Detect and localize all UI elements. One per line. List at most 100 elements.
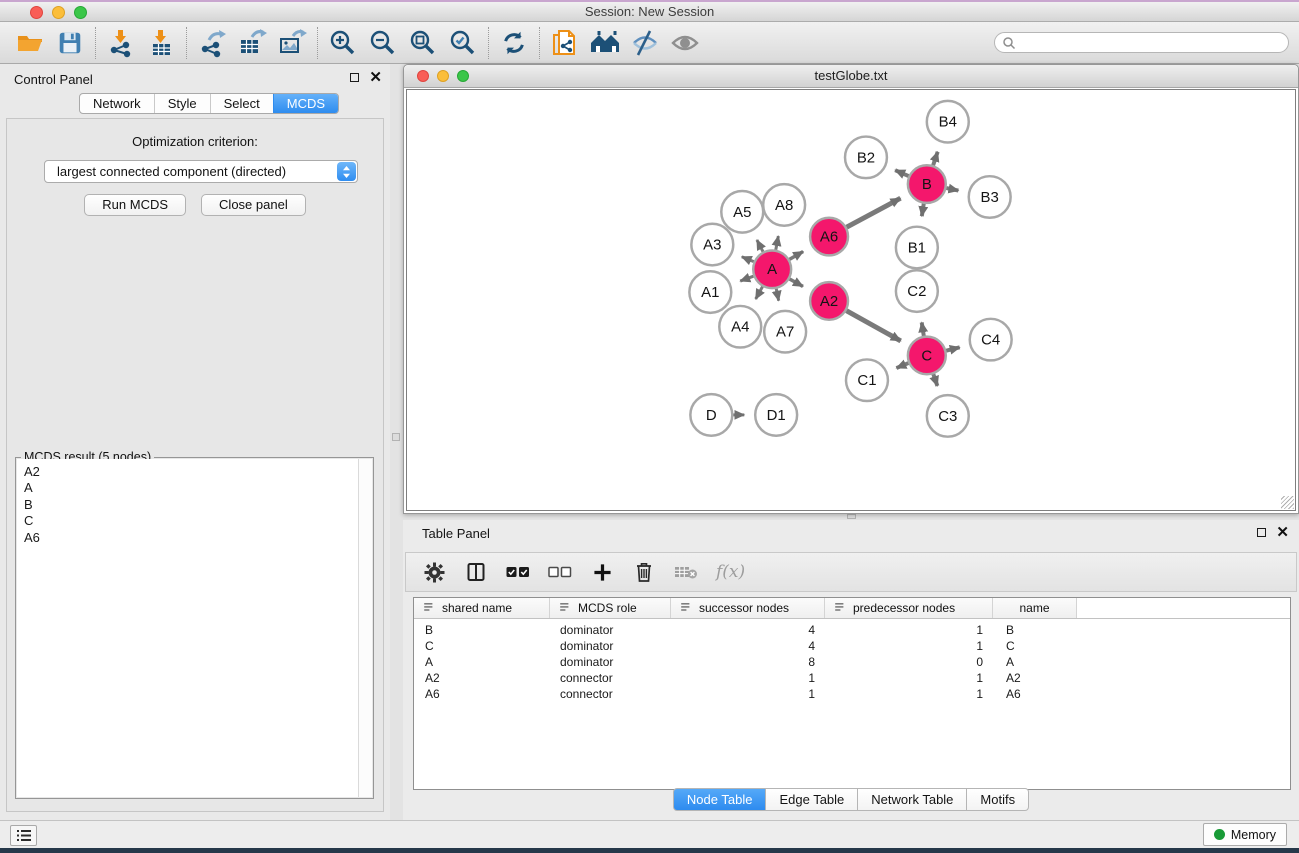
splitter-handle[interactable] (847, 514, 856, 519)
graph-edge-A-A7[interactable] (776, 289, 778, 301)
export-table-icon[interactable] (232, 25, 272, 61)
float-panel-icon[interactable] (1257, 528, 1266, 537)
search-field[interactable] (994, 32, 1289, 53)
close-panel-icon[interactable]: ✕ (1276, 527, 1289, 538)
memory-button[interactable]: Memory (1203, 823, 1287, 846)
column-header-label: shared name (442, 601, 512, 615)
close-panel-icon[interactable]: ✕ (369, 72, 382, 83)
import-network-icon[interactable] (101, 25, 141, 61)
tab-style[interactable]: Style (154, 94, 210, 113)
home-icon[interactable] (585, 25, 625, 61)
column-header-shared-name[interactable]: shared name (414, 598, 550, 618)
network-window-titlebar[interactable]: testGlobe.txt (404, 65, 1298, 88)
cell-name: A2 (993, 671, 1077, 685)
minimize-window-button[interactable] (52, 6, 65, 19)
table-row[interactable]: Bdominator41B (414, 622, 1290, 638)
delete-table-icon[interactable] (674, 560, 698, 584)
graph-edge-C-C1[interactable] (896, 363, 908, 368)
app-titlebar: Session: New Session (0, 0, 1299, 22)
column-header-label: successor nodes (699, 601, 789, 615)
tab-network[interactable]: Network (80, 94, 154, 113)
deselect-all-checkboxes-icon[interactable] (548, 560, 572, 584)
splitter-handle[interactable] (392, 433, 400, 441)
refresh-layout-icon[interactable] (494, 25, 534, 61)
mcds-result-list[interactable]: A2ABCA6 (17, 459, 358, 797)
result-scrollbar[interactable] (358, 459, 372, 797)
graph-edge-A-A4[interactable] (756, 287, 763, 299)
vertical-splitter[interactable] (390, 64, 403, 820)
column-header-successor-nodes[interactable]: successor nodes (671, 598, 825, 618)
close-window-button[interactable] (417, 70, 429, 82)
zoom-window-button[interactable] (74, 6, 87, 19)
function-builder-icon[interactable]: f(x) (716, 562, 745, 582)
tab-motifs[interactable]: Motifs (967, 788, 1029, 811)
mcds-result-item: B (24, 497, 358, 513)
save-session-icon[interactable] (50, 25, 90, 61)
hide-graphics-details-icon[interactable] (625, 25, 665, 61)
mcds-result-item: A6 (24, 530, 358, 546)
column-header-label: predecessor nodes (853, 601, 955, 615)
zoom-selected-icon[interactable] (443, 25, 483, 61)
graph-edge-C-C3[interactable] (933, 374, 937, 386)
node-table[interactable]: shared name MCDS role successor nodes prede… (413, 597, 1291, 790)
tab-edge-table[interactable]: Edge Table (766, 788, 858, 811)
table-settings-gear-icon[interactable] (422, 560, 446, 584)
graph-edge-C-C4[interactable] (946, 347, 960, 350)
export-image-icon[interactable] (272, 25, 312, 61)
criterion-dropdown[interactable]: largest connected component (directed) (44, 160, 358, 183)
table-row[interactable]: A6connector11A6 (414, 686, 1290, 702)
graph-edge-A-A6[interactable] (789, 251, 803, 259)
import-table-icon[interactable] (141, 25, 181, 61)
toolbar-separator (488, 27, 489, 59)
graph-edge-A-A5[interactable] (757, 240, 763, 252)
zoom-fit-icon[interactable] (403, 25, 443, 61)
open-session-icon[interactable] (10, 25, 50, 61)
graph-edge-A-A8[interactable] (776, 236, 779, 250)
run-mcds-button[interactable]: Run MCDS (84, 194, 186, 216)
select-all-checkboxes-icon[interactable] (506, 560, 530, 584)
table-row[interactable]: Cdominator41C (414, 638, 1290, 654)
column-header-predecessor-nodes[interactable]: predecessor nodes (825, 598, 993, 618)
tab-node-table[interactable]: Node Table (673, 788, 767, 811)
control-panel-tabs: NetworkStyleSelectMCDS (79, 93, 339, 114)
tab-mcds[interactable]: MCDS (273, 94, 338, 113)
column-header-MCDS-role[interactable]: MCDS role (550, 598, 671, 618)
float-panel-icon[interactable] (350, 73, 359, 82)
table-row[interactable]: A2connector11A2 (414, 670, 1290, 686)
zoom-in-icon[interactable] (323, 25, 363, 61)
delete-column-icon[interactable] (632, 560, 656, 584)
graph-edge-A-A1[interactable] (740, 276, 753, 281)
graph-edge-A2-C[interactable] (846, 311, 900, 341)
add-column-icon[interactable] (590, 560, 614, 584)
graph-edge-B-B3[interactable] (946, 188, 958, 190)
graph-edge-C-C2[interactable] (922, 322, 924, 335)
show-graphics-details-icon[interactable] (665, 25, 705, 61)
column-header-name[interactable]: name (993, 598, 1077, 618)
window-resize-grip[interactable] (1281, 496, 1294, 509)
export-network-icon[interactable] (192, 25, 232, 61)
search-input[interactable] (1016, 34, 1288, 51)
table-row[interactable]: Adominator80A (414, 654, 1290, 670)
task-history-button[interactable] (10, 825, 37, 846)
open-network-file-icon[interactable] (545, 25, 585, 61)
mcds-panel: Optimization criterion: largest connecte… (6, 118, 384, 812)
graph-edge-A-A2[interactable] (790, 279, 803, 286)
zoom-out-icon[interactable] (363, 25, 403, 61)
table-toolbar: f(x) (405, 552, 1297, 592)
minimize-window-button[interactable] (437, 70, 449, 82)
graph-edge-B-B2[interactable] (895, 170, 908, 176)
graph-edge-A-A3[interactable] (742, 257, 754, 262)
graph-edge-A6-B[interactable] (847, 198, 901, 227)
column-visibility-icon[interactable] (464, 560, 488, 584)
graph-edge-B-B1[interactable] (922, 204, 924, 217)
graph-node-label: C4 (981, 333, 1000, 349)
graph-node-label: D1 (767, 408, 786, 424)
network-canvas[interactable]: AA2A6BCA1A3A4A5A7A8B1B2B3B4C1C2C3C4DD1 (406, 89, 1296, 511)
graph-edge-B-B4[interactable] (933, 152, 938, 166)
close-panel-button[interactable]: Close panel (201, 194, 306, 216)
tab-network-table[interactable]: Network Table (858, 788, 967, 811)
close-window-button[interactable] (30, 6, 43, 19)
zoom-window-button[interactable] (457, 70, 469, 82)
graph-node-label: A6 (820, 230, 838, 246)
tab-select[interactable]: Select (210, 94, 273, 113)
